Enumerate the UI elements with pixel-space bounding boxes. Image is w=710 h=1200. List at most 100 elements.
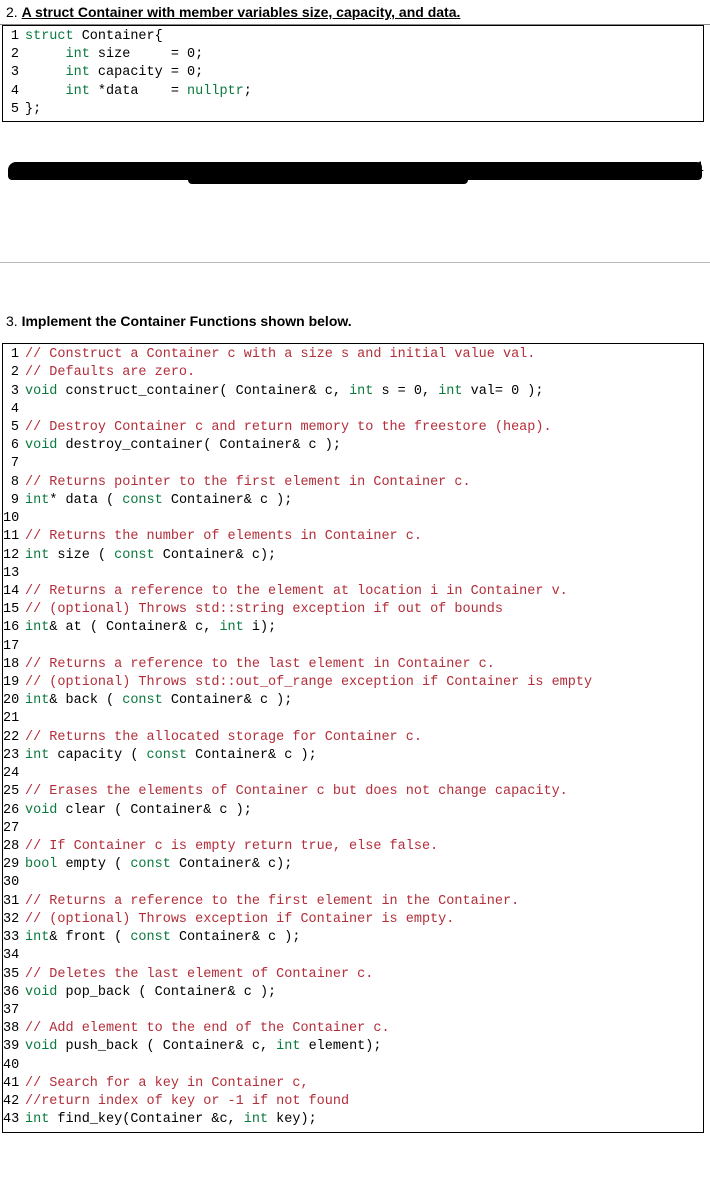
code-line: 17 <box>3 638 703 656</box>
code-content: void clear ( Container& c ); <box>25 802 703 820</box>
line-number: 25 <box>3 783 25 801</box>
code-line: 28// If Container c is empty return true… <box>3 838 703 856</box>
line-number: 42 <box>3 1093 25 1111</box>
line-number: 2 <box>3 46 25 64</box>
line-number: 17 <box>3 638 25 656</box>
page-number: 1 <box>696 158 704 174</box>
code-line: 6void destroy_container( Container& c ); <box>3 437 703 455</box>
code-content <box>25 1002 703 1020</box>
line-number: 11 <box>3 528 25 546</box>
code-content: // (optional) Throws std::out_of_range e… <box>25 674 703 692</box>
line-number: 30 <box>3 874 25 892</box>
code-content: // If Container c is empty return true, … <box>25 838 703 856</box>
line-number: 41 <box>3 1075 25 1093</box>
code-content: // Returns the number of elements in Con… <box>25 528 703 546</box>
line-number: 5 <box>3 419 25 437</box>
code-content: // (optional) Throws std::string excepti… <box>25 601 703 619</box>
section2-title: 2. A struct Container with member variab… <box>0 0 710 25</box>
section3-heading: Implement the Container Functions shown … <box>22 313 352 329</box>
line-number: 43 <box>3 1111 25 1129</box>
code-content: // Returns pointer to the first element … <box>25 474 703 492</box>
line-number: 6 <box>3 437 25 455</box>
code-line: 25// Erases the elements of Container c … <box>3 783 703 801</box>
code-line: 31// Returns a reference to the first el… <box>3 893 703 911</box>
code-content: // Returns a reference to the last eleme… <box>25 656 703 674</box>
line-number: 5 <box>3 101 25 119</box>
code-content: // Add element to the end of the Contain… <box>25 1020 703 1038</box>
code-content <box>25 401 703 419</box>
code-content: // Returns the allocated storage for Con… <box>25 729 703 747</box>
redaction-mark <box>8 162 702 180</box>
code-line: 8// Returns pointer to the first element… <box>3 474 703 492</box>
line-number: 40 <box>3 1057 25 1075</box>
code-content <box>25 455 703 473</box>
line-number: 14 <box>3 583 25 601</box>
line-number: 28 <box>3 838 25 856</box>
code-content: // Deletes the last element of Container… <box>25 966 703 984</box>
code-content: }; <box>25 101 703 119</box>
section3-title: 3. Implement the Container Functions sho… <box>6 313 704 329</box>
line-number: 20 <box>3 692 25 710</box>
line-number: 33 <box>3 929 25 947</box>
code-line: 27 <box>3 820 703 838</box>
code-line: 26void clear ( Container& c ); <box>3 802 703 820</box>
line-number: 24 <box>3 765 25 783</box>
code-line: 13 <box>3 565 703 583</box>
code-content: int& back ( const Container& c ); <box>25 692 703 710</box>
line-number: 27 <box>3 820 25 838</box>
code-content: void construct_container( Container& c, … <box>25 383 703 401</box>
code-content <box>25 765 703 783</box>
code-line: 40 <box>3 1057 703 1075</box>
line-number: 26 <box>3 802 25 820</box>
line-number: 18 <box>3 656 25 674</box>
code-line: 42//return index of key or -1 if not fou… <box>3 1093 703 1111</box>
code-line: 21 <box>3 710 703 728</box>
code-line: 1// Construct a Container c with a size … <box>3 346 703 364</box>
code-content <box>25 820 703 838</box>
line-number: 4 <box>3 401 25 419</box>
code-line: 4 <box>3 401 703 419</box>
line-number: 37 <box>3 1002 25 1020</box>
code-content: int capacity = 0; <box>25 64 703 82</box>
page-divider <box>0 262 710 263</box>
line-number: 8 <box>3 474 25 492</box>
code-line: 14// Returns a reference to the element … <box>3 583 703 601</box>
code-line: 34 <box>3 947 703 965</box>
code-content <box>25 947 703 965</box>
code-line: 2// Defaults are zero. <box>3 364 703 382</box>
code-line: 29bool empty ( const Container& c); <box>3 856 703 874</box>
code-content: //return index of key or -1 if not found <box>25 1093 703 1111</box>
code-content: void push_back ( Container& c, int eleme… <box>25 1038 703 1056</box>
code-content: int& front ( const Container& c ); <box>25 929 703 947</box>
code-content: // Returns a reference to the first elem… <box>25 893 703 911</box>
code-line: 10 <box>3 510 703 528</box>
code-line: 18// Returns a reference to the last ele… <box>3 656 703 674</box>
line-number: 22 <box>3 729 25 747</box>
section3-number: 3. <box>6 313 18 329</box>
code-line: 5}; <box>3 101 703 119</box>
code-line: 4 int *data = nullptr; <box>3 83 703 101</box>
code-content <box>25 874 703 892</box>
code-line: 2 int size = 0; <box>3 46 703 64</box>
line-number: 29 <box>3 856 25 874</box>
code-line: 20int& back ( const Container& c ); <box>3 692 703 710</box>
line-number: 31 <box>3 893 25 911</box>
footer-area: 1 <box>8 162 702 232</box>
code-content: // Search for a key in Container c, <box>25 1075 703 1093</box>
code-content: // Construct a Container c with a size s… <box>25 346 703 364</box>
code-line: 33int& front ( const Container& c ); <box>3 929 703 947</box>
code-line: 39void push_back ( Container& c, int ele… <box>3 1038 703 1056</box>
line-number: 3 <box>3 64 25 82</box>
code-line: 11// Returns the number of elements in C… <box>3 528 703 546</box>
line-number: 7 <box>3 455 25 473</box>
line-number: 32 <box>3 911 25 929</box>
code-content: int size ( const Container& c); <box>25 547 703 565</box>
line-number: 9 <box>3 492 25 510</box>
code-line: 23int capacity ( const Container& c ); <box>3 747 703 765</box>
code-line: 35// Deletes the last element of Contain… <box>3 966 703 984</box>
section2-heading: A struct Container with member variables… <box>22 4 461 20</box>
code-content: int find_key(Container &c, int key); <box>25 1111 703 1129</box>
code-line: 41// Search for a key in Container c, <box>3 1075 703 1093</box>
line-number: 10 <box>3 510 25 528</box>
code-content <box>25 638 703 656</box>
